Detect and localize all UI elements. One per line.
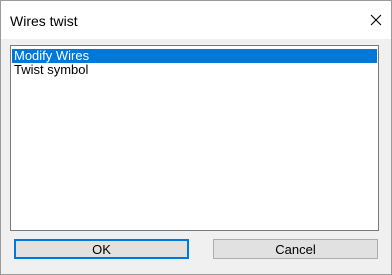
- title-bar[interactable]: Wires twist: [1, 1, 391, 39]
- dialog-title: Wires twist: [10, 13, 78, 29]
- dialog-window: Wires twist Modify Wires Twist symbol OK…: [0, 0, 392, 275]
- close-button[interactable]: [361, 1, 391, 39]
- options-listbox[interactable]: Modify Wires Twist symbol: [10, 45, 379, 231]
- list-item-modify-wires[interactable]: Modify Wires: [12, 49, 377, 63]
- ok-button[interactable]: OK: [14, 239, 189, 259]
- cancel-button[interactable]: Cancel: [213, 239, 378, 259]
- list-item-twist-symbol[interactable]: Twist symbol: [12, 63, 377, 77]
- close-icon: [370, 14, 382, 26]
